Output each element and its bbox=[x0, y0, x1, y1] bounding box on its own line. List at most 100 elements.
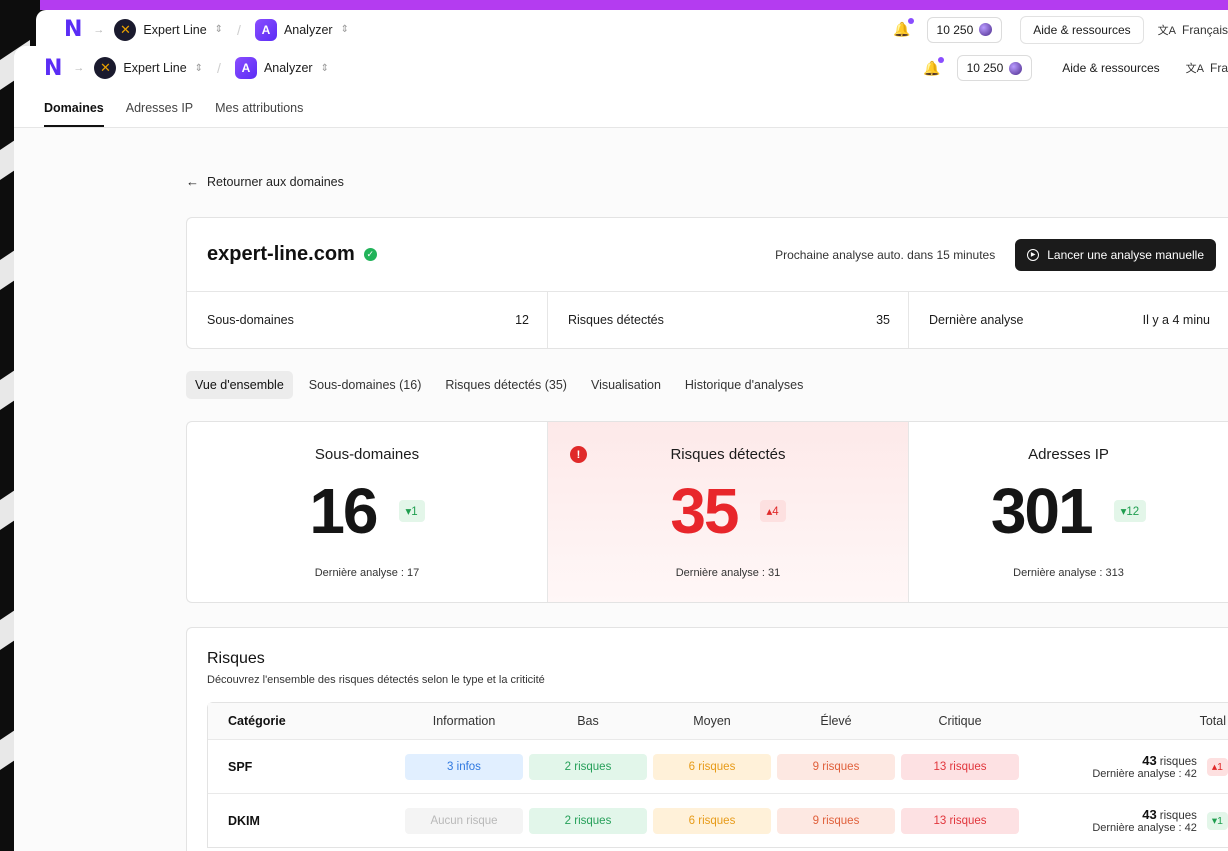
app-avatar: A bbox=[254, 18, 277, 41]
domain-stats: Sous-domaines 12 Risques détectés 35 Der… bbox=[187, 292, 1228, 348]
total-unit: risques bbox=[1159, 810, 1197, 822]
tab-subdomains[interactable]: Sous-domaines (16) bbox=[309, 378, 422, 392]
page-title: expert-line.com bbox=[207, 243, 355, 265]
org-switcher[interactable]: Expert Line bbox=[123, 61, 186, 75]
credits-badge: 10 250 bbox=[926, 16, 1003, 43]
stat-label: Risques détectés bbox=[568, 313, 664, 327]
back-link-label: Retourner aux domaines bbox=[207, 174, 344, 189]
org-name: Expert Line bbox=[143, 22, 207, 37]
credits-button[interactable]: 10 250 bbox=[956, 55, 1033, 81]
kpi-footnote: Dernière analyse : 31 bbox=[675, 567, 781, 579]
kpi-title: Sous-domaines bbox=[314, 446, 420, 463]
stat-subdomains: Sous-domaines 12 bbox=[187, 292, 548, 348]
delta-badge: ▾1 bbox=[398, 500, 425, 522]
row-total: 43 risques Dernière analyse : 42 ▴1 bbox=[1092, 753, 1228, 780]
org-avatar[interactable]: ✕ bbox=[94, 57, 117, 79]
critical-pill[interactable]: 13 risques bbox=[901, 753, 1019, 780]
table-row[interactable]: SPF 3 infos 2 risques 6 risques 9 risque… bbox=[208, 739, 1228, 793]
info-pill[interactable]: 3 infos bbox=[405, 753, 523, 780]
tab-history[interactable]: Historique d'analyses bbox=[685, 378, 803, 392]
low-pill[interactable]: 2 risques bbox=[529, 807, 647, 834]
coin-icon bbox=[1009, 61, 1023, 75]
column-header: Critique bbox=[938, 714, 982, 728]
row-total: 43 risques Dernière analyse : 42 ▾1 bbox=[1092, 807, 1228, 834]
language-selector[interactable]: 文A Fra bbox=[1186, 60, 1228, 76]
back-link[interactable]: ← Retourner aux domaines bbox=[186, 174, 1228, 189]
tab-overview[interactable]: Vue d'ensemble bbox=[186, 371, 293, 399]
section-subtitle: Découvrez l'ensemble des risques détecté… bbox=[207, 674, 545, 686]
high-pill[interactable]: 9 risques bbox=[777, 753, 895, 780]
tab-visualisation[interactable]: Visualisation bbox=[591, 378, 661, 392]
low-pill[interactable]: 2 risques bbox=[529, 753, 647, 780]
updown-icon: ⇕ bbox=[214, 24, 224, 35]
row-category: SPF bbox=[228, 759, 253, 774]
help-link[interactable]: Aide & ressources bbox=[1050, 55, 1171, 81]
total-footnote: Dernière analyse : 42 bbox=[1092, 768, 1197, 780]
app-switcher[interactable]: Analyzer bbox=[264, 61, 313, 75]
section-title: Risques bbox=[207, 650, 265, 667]
stat-label: Dernière analyse bbox=[929, 313, 1024, 327]
column-header: Information bbox=[432, 714, 496, 728]
stat-risks: Risques détectés 35 bbox=[548, 292, 909, 348]
tab-adresses-ip[interactable]: Adresses IP bbox=[126, 101, 193, 127]
credits-value: 10 250 bbox=[966, 61, 1004, 75]
help-link: Aide & ressources bbox=[1020, 15, 1144, 44]
kpi-risks: ! Risques détectés 35 ▴4 Dernière analys… bbox=[548, 422, 909, 602]
tab-mes-attributions[interactable]: Mes attributions bbox=[215, 101, 303, 127]
breadcrumb-separator: / bbox=[217, 60, 221, 76]
risks-card: Risques Découvrez l'ensemble des risques… bbox=[186, 627, 1228, 851]
run-analysis-button[interactable]: ▶ Lancer une analyse manuelle bbox=[1015, 238, 1216, 271]
kpi-footnote: Dernière analyse : 17 bbox=[314, 567, 420, 579]
bell-icon[interactable]: 🔔 bbox=[923, 56, 944, 77]
background-window: N → ✕ Expert Line ⇕ / A Analyzer ⇕ 🔔 10 … bbox=[36, 10, 1228, 50]
tab-domaines[interactable]: Domaines bbox=[44, 101, 104, 127]
coin-icon bbox=[979, 23, 993, 36]
total-unit: risques bbox=[1159, 756, 1197, 768]
arrow-left-icon: ← bbox=[186, 174, 199, 189]
updown-icon[interactable]: ⇕ bbox=[321, 63, 329, 74]
kpi-value: 16 bbox=[309, 475, 378, 547]
translate-icon: 文A bbox=[1157, 24, 1176, 37]
tab-risks[interactable]: Risques détectés (35) bbox=[445, 378, 567, 392]
kpi-value: 35 bbox=[670, 475, 739, 547]
row-category: DKIM bbox=[228, 813, 260, 828]
app-name: Analyzer bbox=[283, 22, 333, 37]
page-content: ← Retourner aux domaines expert-line.com… bbox=[186, 174, 1228, 851]
main-nav: Domaines Adresses IP Mes attributions bbox=[14, 90, 1228, 128]
column-header: Catégorie bbox=[228, 714, 286, 728]
kpi-footnote: Dernière analyse : 313 bbox=[1013, 567, 1124, 579]
column-header: Total bbox=[1199, 714, 1226, 728]
next-analysis-text: Prochaine analyse auto. dans 15 minutes bbox=[775, 247, 996, 262]
table-row[interactable]: DKIM Aucun risque 2 risques 6 risques 9 … bbox=[208, 793, 1228, 847]
info-pill[interactable]: Aucun risque bbox=[405, 807, 523, 834]
column-header: Bas bbox=[577, 714, 599, 728]
chevron-right-icon: → bbox=[73, 62, 85, 74]
updown-icon[interactable]: ⇕ bbox=[195, 63, 203, 74]
app-avatar[interactable]: A bbox=[234, 57, 257, 79]
delta-badge: ▴4 bbox=[759, 500, 786, 522]
notification-dot bbox=[937, 56, 944, 63]
verified-check-icon: ✓ bbox=[363, 248, 377, 261]
org-avatar: ✕ bbox=[114, 18, 137, 41]
medium-pill[interactable]: 6 risques bbox=[653, 807, 771, 834]
kpi-ip-addresses: Adresses IP 301 ▾12 Dernière analyse : 3… bbox=[909, 422, 1228, 602]
kpi-value: 301 bbox=[990, 475, 1094, 547]
brand-logo-icon: N bbox=[64, 17, 82, 42]
medium-pill[interactable]: 6 risques bbox=[653, 753, 771, 780]
total-value: 43 bbox=[1142, 753, 1157, 768]
stat-last-analysis: Dernière analyse Il y a 4 minu bbox=[909, 292, 1228, 348]
kpi-subdomains: Sous-domaines 16 ▾1 Dernière analyse : 1… bbox=[187, 422, 548, 602]
brand-logo-icon[interactable]: N bbox=[44, 56, 62, 81]
critical-pill[interactable]: 13 risques bbox=[901, 807, 1019, 834]
high-pill[interactable]: 9 risques bbox=[777, 807, 895, 834]
column-header: Élevé bbox=[820, 714, 852, 728]
breadcrumb-separator: / bbox=[237, 21, 241, 38]
delta-badge: ▴1 bbox=[1206, 757, 1228, 776]
updown-icon: ⇕ bbox=[340, 24, 349, 35]
column-header: Moyen bbox=[693, 714, 731, 728]
top-bar: N → ✕ Expert Line ⇕ / A Analyzer ⇕ 🔔 10 … bbox=[14, 46, 1228, 90]
bell-icon: 🔔 bbox=[893, 18, 914, 38]
risks-table: Catégorie Information Bas Moyen Élevé Cr… bbox=[207, 702, 1228, 848]
chevron-right-icon: → bbox=[93, 23, 105, 36]
run-analysis-label: Lancer une analyse manuelle bbox=[1047, 247, 1204, 262]
